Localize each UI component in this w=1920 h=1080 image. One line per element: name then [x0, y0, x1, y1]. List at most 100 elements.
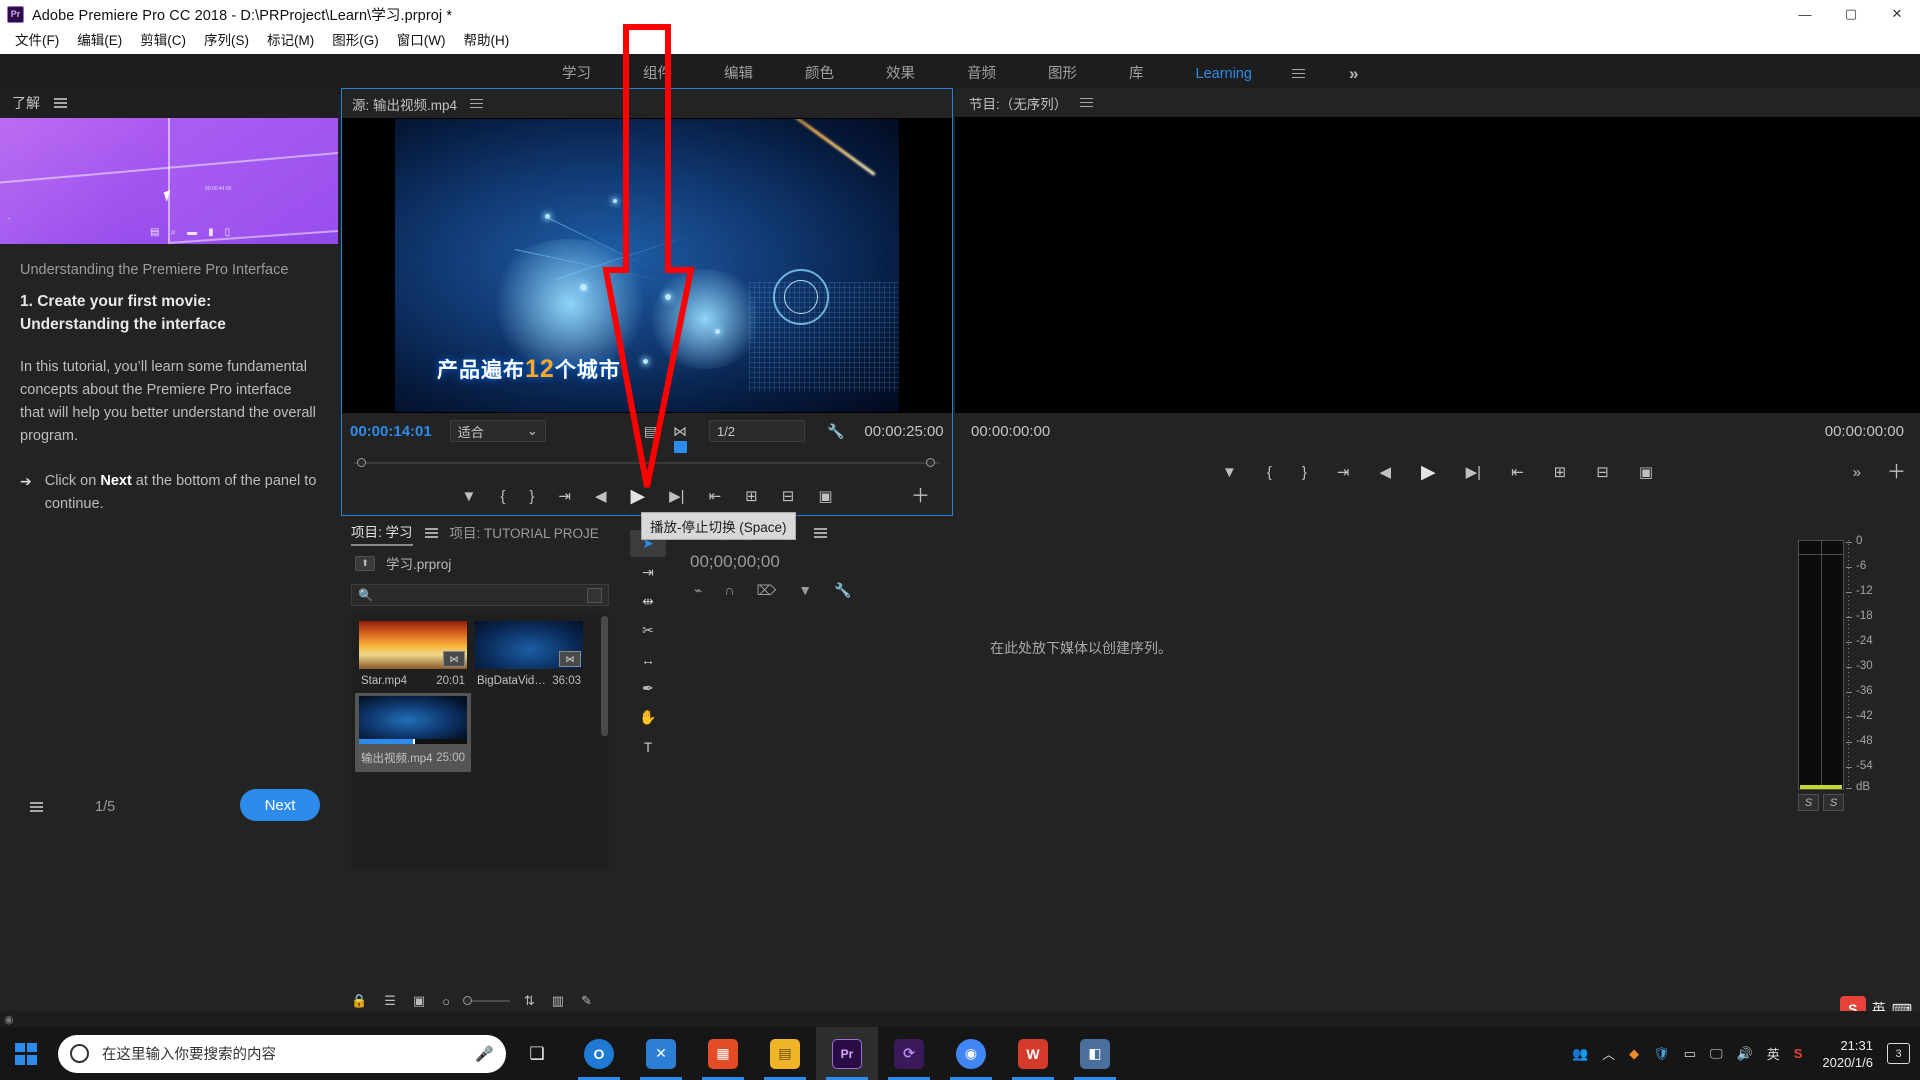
taskbar-app-misc[interactable]: ◧	[1064, 1027, 1126, 1080]
pen-tool[interactable]: ✒	[630, 675, 666, 702]
menu-help[interactable]: 帮助(H)	[454, 28, 518, 54]
scroll-left-icon[interactable]: ◉	[0, 1013, 14, 1026]
source-button-editor-icon[interactable]: ＋	[911, 487, 930, 506]
source-current-timecode[interactable]: 00:00:14:01	[350, 423, 432, 440]
overwrite-icon[interactable]: ⊟	[782, 489, 795, 504]
step-forward-icon[interactable]: ▶|	[669, 489, 684, 504]
settings-wrench-icon[interactable]: 🔧	[827, 423, 844, 440]
marker-icon[interactable]: ▼	[798, 582, 812, 599]
project-root-row[interactable]: ⬆ 学习.prproj	[341, 548, 619, 578]
taskbar-app-wps[interactable]: W	[1002, 1027, 1064, 1080]
learn-tab-label[interactable]: 了解	[12, 93, 40, 113]
project-search-bar[interactable]: 🔍	[351, 584, 609, 606]
menu-file[interactable]: 文件(F)	[6, 28, 68, 54]
new-bin-icon[interactable]: ▥	[552, 993, 564, 1009]
list-view-icon[interactable]: ☰	[384, 993, 396, 1009]
source-in-handle[interactable]	[357, 458, 366, 467]
program-go-to-in-icon[interactable]: ⇥	[1337, 465, 1350, 480]
program-current-timecode[interactable]: 00:00:00:00	[971, 423, 1050, 440]
project-scrollbar[interactable]	[601, 616, 608, 736]
horizontal-scrollbar[interactable]: ◉	[0, 1011, 1920, 1027]
start-button[interactable]	[0, 1027, 52, 1080]
taskbar-app-vscode[interactable]: ✕	[630, 1027, 692, 1080]
mark-out-icon[interactable]: }	[529, 489, 534, 504]
next-button[interactable]: Next	[240, 789, 320, 821]
program-button-editor-icon[interactable]: ＋	[1887, 463, 1906, 482]
list-item[interactable]: 输出视频.mp4 25:00	[355, 693, 471, 772]
filter-bin-icon[interactable]	[587, 587, 602, 603]
program-tab-label[interactable]: 节目:（无序列）	[969, 93, 1067, 113]
taskbar-clock[interactable]: 21:31 2020/1/6	[1816, 1037, 1873, 1071]
maximize-button[interactable]: ▢	[1828, 0, 1874, 28]
timeline-panel-menu-icon[interactable]	[813, 526, 827, 541]
icon-view-icon[interactable]: ▣	[413, 993, 425, 1009]
go-to-out-icon[interactable]: ⇤	[709, 489, 722, 504]
source-tab-label[interactable]: 源: 输出视频.mp4	[352, 94, 457, 114]
task-view-button[interactable]: ❏	[506, 1027, 568, 1080]
step-back-icon[interactable]: ◀	[595, 489, 607, 504]
razor-tool[interactable]: ✂	[630, 617, 666, 644]
export-frame-icon[interactable]: ▣	[818, 489, 832, 504]
program-mark-in-out-icon[interactable]: ▼	[1222, 465, 1237, 480]
mark-in-icon[interactable]: {	[500, 489, 505, 504]
learn-panel-menu-icon[interactable]	[54, 96, 67, 111]
insert-icon[interactable]: ⊞	[745, 489, 758, 504]
workspace-menu-icon[interactable]	[1291, 66, 1305, 81]
type-tool[interactable]: T	[630, 733, 666, 760]
play-stop-icon[interactable]: ▶	[631, 487, 646, 506]
menu-graphics[interactable]: 图形(G)	[323, 28, 388, 54]
shield-orange-icon[interactable]: ◆	[1629, 1046, 1639, 1062]
thumbnail-scrubber[interactable]	[359, 739, 467, 744]
taskbar-app-office[interactable]: ▦	[692, 1027, 754, 1080]
program-export-frame-icon[interactable]: ▣	[1639, 465, 1653, 480]
go-to-in-icon[interactable]: ⇥	[558, 489, 571, 504]
freeform-view-icon[interactable]: ○	[442, 994, 450, 1009]
volume-icon[interactable]: 🔊	[1737, 1046, 1753, 1062]
solo-button-left[interactable]: S	[1798, 794, 1819, 811]
program-go-to-out-icon[interactable]: ⇤	[1511, 465, 1524, 480]
program-overflow-icon[interactable]: »	[1853, 465, 1861, 480]
ripple-edit-tool[interactable]: ⇹	[630, 588, 666, 615]
workspace-overflow-icon[interactable]: »	[1349, 64, 1358, 84]
menu-marker[interactable]: 标记(M)	[258, 28, 323, 54]
parent-folder-icon[interactable]: ⬆	[355, 555, 375, 571]
taskbar-app-chrome[interactable]: ◉	[940, 1027, 1002, 1080]
menu-clip[interactable]: 剪辑(C)	[131, 28, 195, 54]
source-zoom-select[interactable]: 适合 ⌄	[449, 420, 546, 442]
program-video-stage[interactable]	[955, 117, 1920, 413]
people-icon[interactable]: 👥	[1572, 1046, 1588, 1062]
list-item[interactable]: ⋈ Star.mp4 20:01	[355, 618, 471, 693]
slip-tool[interactable]: ↔	[630, 646, 666, 673]
track-select-forward-tool[interactable]: ⇥	[630, 559, 666, 586]
hand-tool[interactable]: ✋	[630, 704, 666, 731]
microphone-icon[interactable]: 🎤	[475, 1045, 494, 1063]
program-panel-menu-icon[interactable]	[1080, 95, 1094, 110]
program-step-forward-icon[interactable]: ▶|	[1466, 465, 1481, 480]
program-extract-icon[interactable]: ⊟	[1596, 465, 1609, 480]
timeline-timecode[interactable]: 00;00;00;00	[690, 552, 1486, 572]
program-lift-icon[interactable]: ⊞	[1554, 465, 1567, 480]
close-button[interactable]: ✕	[1874, 0, 1920, 28]
new-item-icon[interactable]: ✎	[581, 993, 592, 1009]
search-input[interactable]: 在这里输入你要搜索的内容 🎤	[58, 1034, 506, 1073]
menu-window[interactable]: 窗口(W)	[388, 28, 455, 54]
network-icon[interactable]: 🖵	[1710, 1046, 1723, 1062]
snap-icon[interactable]: ⌁	[694, 582, 702, 599]
source-scrubber[interactable]	[342, 441, 952, 475]
taskbar-app-premiere[interactable]: Pr	[816, 1027, 878, 1080]
program-step-back-icon[interactable]: ◀	[1379, 465, 1391, 480]
project-panel-menu-icon[interactable]	[424, 526, 438, 541]
source-panel-menu-icon[interactable]	[470, 96, 484, 111]
menu-edit[interactable]: 编辑(E)	[68, 28, 131, 54]
program-play-stop-icon[interactable]: ▶	[1421, 463, 1436, 482]
program-mark-out-icon[interactable]: }	[1302, 465, 1307, 480]
linked-selection-icon[interactable]: ∩	[724, 582, 734, 599]
minimize-button[interactable]: —	[1782, 0, 1828, 28]
notification-center-button[interactable]: 3	[1887, 1043, 1910, 1064]
solo-button-right[interactable]: S	[1823, 794, 1844, 811]
source-video-stage[interactable]: 产品遍布12个城市	[342, 118, 952, 413]
source-playhead[interactable]	[674, 441, 687, 453]
security-shield-icon[interactable]: 🛡	[1653, 1046, 1670, 1062]
audio-waveform-icon[interactable]: ⋈	[673, 423, 687, 440]
source-resolution-select[interactable]: 1/2	[708, 420, 805, 442]
